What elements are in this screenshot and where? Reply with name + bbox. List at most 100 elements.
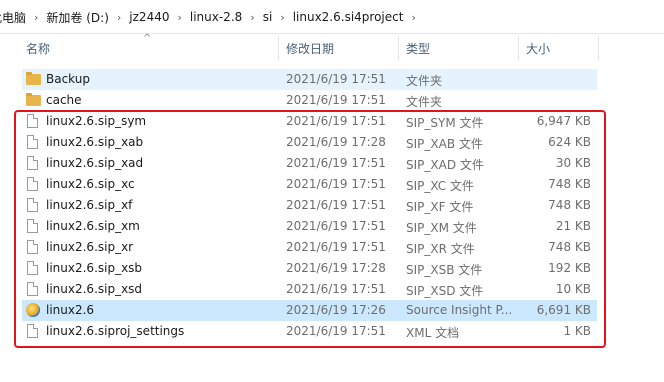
file-row[interactable]: linux2.6.sip_xm 2021/6/19 17:51 SIP_XM 文件 2… [22, 216, 597, 237]
file-size: 1 KB [563, 324, 591, 338]
file-row[interactable]: linux2.6.sip_xad 2021/6/19 17:51 SIP_XAD 文… [22, 153, 597, 174]
file-size: 30 KB [555, 156, 591, 170]
file-size: 624 KB [548, 135, 591, 149]
file-name: linux2.6.sip_xab [46, 135, 144, 149]
column-divider[interactable] [598, 35, 599, 61]
file-name: linux2.6.sip_sym [46, 114, 147, 128]
file-icon [27, 219, 38, 233]
file-name: linux2.6.siproj_settings [46, 324, 185, 338]
column-divider[interactable] [518, 35, 519, 61]
file-icon [27, 198, 38, 212]
file-size: 748 KB [548, 177, 591, 191]
file-name: cache [46, 93, 82, 107]
file-row[interactable]: linux2.6.siproj_settings 2021/6/19 17:51 X… [22, 321, 597, 342]
file-type: SIP_XAD 文件 [406, 158, 484, 172]
file-type: SIP_XSD 文件 [406, 284, 484, 298]
file-size: 748 KB [548, 198, 591, 212]
file-row[interactable]: linux2.6.sip_xsd 2021/6/19 17:51 SIP_XSD 文… [22, 279, 597, 300]
file-name: linux2.6 [46, 303, 95, 317]
file-row[interactable]: cache 2021/6/19 17:51 文件夹 [22, 90, 597, 111]
file-type: SIP_XF 文件 [406, 200, 474, 214]
file-type: SIP_SYM 文件 [406, 116, 484, 130]
file-type: 文件夹 [406, 95, 443, 109]
file-row[interactable]: linux2.6.sip_xf 2021/6/19 17:51 SIP_XF 文件 7… [22, 195, 597, 216]
file-icon [27, 114, 38, 128]
file-icon [27, 324, 38, 338]
file-name: linux2.6.sip_xsd [46, 282, 143, 296]
file-modified-date: 2021/6/19 17:28 [286, 261, 386, 275]
file-row[interactable]: linux2.6.sip_sym 2021/6/19 17:51 SIP_SYM 文… [22, 111, 597, 132]
breadcrumb-jz2440[interactable]: jz2440 [127, 10, 171, 24]
file-modified-date: 2021/6/19 17:26 [286, 303, 386, 317]
column-divider[interactable] [398, 35, 399, 61]
chevron-right-icon: › [34, 10, 39, 24]
file-name: linux2.6.sip_xm [46, 219, 140, 233]
file-name: linux2.6.sip_xf [46, 198, 133, 212]
file-type: Source Insight P... [406, 303, 513, 317]
file-modified-date: 2021/6/19 17:51 [286, 198, 386, 212]
column-header-type[interactable]: 类型 [406, 40, 430, 57]
file-modified-date: 2021/6/19 17:51 [286, 240, 386, 254]
file-icon [27, 261, 38, 275]
file-row[interactable]: linux2.6 2021/6/19 17:26 Source Insight P.… [22, 300, 597, 321]
column-header-name[interactable]: 名称 [26, 40, 50, 57]
column-header-size[interactable]: 大小 [526, 40, 550, 57]
breadcrumb: 此电脑 › 新加卷 (D:) › jz2440 › linux-2.8 › si… [0, 8, 422, 26]
folder-icon [26, 72, 41, 85]
file-modified-date: 2021/6/19 17:51 [286, 93, 386, 107]
file-modified-date: 2021/6/19 17:51 [286, 156, 386, 170]
file-icon [27, 240, 38, 254]
file-modified-date: 2021/6/19 17:51 [286, 219, 386, 233]
file-type: SIP_XC 文件 [406, 179, 474, 193]
file-size: 192 KB [548, 261, 591, 275]
file-size: 21 KB [555, 219, 591, 233]
breadcrumb-si[interactable]: si [261, 10, 275, 24]
file-row[interactable]: linux2.6.sip_xr 2021/6/19 17:51 SIP_XR 文件 7… [22, 237, 597, 258]
chevron-right-icon: › [411, 10, 416, 24]
file-row[interactable]: linux2.6.sip_xc 2021/6/19 17:51 SIP_XC 文件 7… [22, 174, 597, 195]
file-name: linux2.6.sip_xsb [46, 261, 143, 275]
file-modified-date: 2021/6/19 17:51 [286, 114, 386, 128]
file-size: 6,691 KB [536, 303, 591, 317]
column-header-date[interactable]: 修改日期 [286, 40, 334, 57]
file-row[interactable]: Backup 2021/6/19 17:51 文件夹 [22, 69, 597, 90]
file-icon [27, 156, 38, 170]
column-header-row: ^ 名称 修改日期 类型 大小 [0, 33, 664, 63]
file-size: 748 KB [548, 240, 591, 254]
file-icon [27, 282, 38, 296]
file-name: Backup [46, 72, 90, 86]
file-modified-date: 2021/6/19 17:28 [286, 135, 386, 149]
file-size: 6,947 KB [536, 114, 591, 128]
file-modified-date: 2021/6/19 17:51 [286, 324, 386, 338]
file-size: 10 KB [555, 282, 591, 296]
column-divider[interactable] [278, 35, 279, 61]
file-type: SIP_XR 文件 [406, 242, 475, 256]
breadcrumb-drive-d[interactable]: 新加卷 (D:) [44, 9, 110, 26]
breadcrumb-si4project[interactable]: linux2.6.si4project [291, 10, 406, 24]
file-modified-date: 2021/6/19 17:51 [286, 177, 386, 191]
breadcrumb-this-pc[interactable]: 此电脑 [0, 9, 28, 26]
chevron-right-icon: › [116, 10, 122, 24]
file-type: 文件夹 [406, 74, 443, 88]
file-type: SIP_XAB 文件 [406, 137, 483, 151]
file-name: linux2.6.sip_xad [46, 156, 144, 170]
folder-icon [26, 93, 41, 106]
chevron-right-icon: › [280, 10, 285, 24]
file-modified-date: 2021/6/19 17:51 [286, 282, 386, 296]
file-icon [27, 135, 38, 149]
chevron-right-icon: › [177, 10, 182, 24]
file-row[interactable]: linux2.6.sip_xsb 2021/6/19 17:28 SIP_XSB 文… [22, 258, 597, 279]
file-type: SIP_XM 文件 [406, 221, 477, 235]
file-icon [27, 177, 38, 191]
address-bar[interactable]: 此电脑 › 新加卷 (D:) › jz2440 › linux-2.8 › si… [0, 0, 664, 34]
file-name: linux2.6.sip_xr [46, 240, 134, 254]
file-type: SIP_XSB 文件 [406, 263, 483, 277]
breadcrumb-linux-2-8[interactable]: linux-2.8 [188, 10, 244, 24]
file-type: XML 文档 [406, 326, 460, 340]
file-row[interactable]: linux2.6.sip_xab 2021/6/19 17:28 SIP_XAB 文… [22, 132, 597, 153]
source-insight-project-icon [26, 303, 40, 317]
chevron-right-icon: › [250, 10, 255, 24]
file-modified-date: 2021/6/19 17:51 [286, 72, 386, 86]
file-name: linux2.6.sip_xc [46, 177, 135, 191]
sort-up-icon: ^ [143, 33, 152, 44]
